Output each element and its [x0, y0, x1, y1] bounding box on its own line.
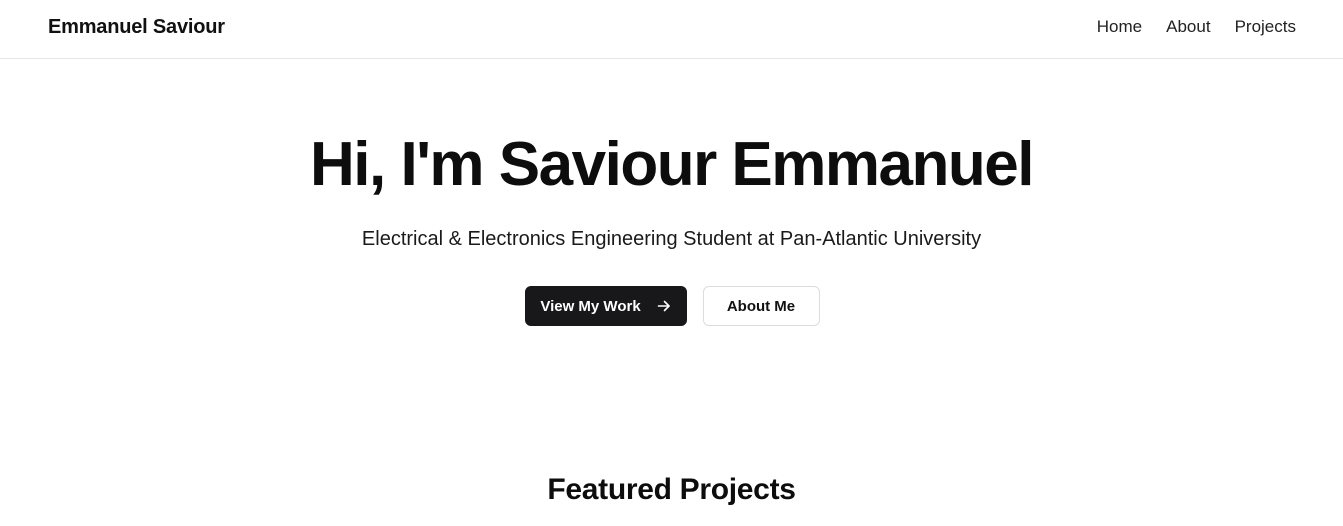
nav-link-about[interactable]: About	[1166, 17, 1210, 37]
arrow-right-icon	[657, 299, 671, 313]
hero-title: Hi, I'm Saviour Emmanuel	[310, 130, 1034, 199]
featured-projects-title: Featured Projects	[547, 473, 796, 506]
view-my-work-label: View My Work	[540, 297, 641, 315]
brand-logo-text[interactable]: Emmanuel Saviour	[48, 16, 225, 39]
nav-link-projects[interactable]: Projects	[1235, 17, 1296, 37]
hero-buttons: View My Work About Me	[0, 286, 1343, 326]
hero-subtitle: Electrical & Electronics Engineering Stu…	[361, 228, 982, 250]
navbar: Emmanuel Saviour Home About Projects	[0, 0, 1343, 59]
nav-link-home[interactable]: Home	[1097, 17, 1142, 37]
nav-links: Home About Projects	[1097, 17, 1296, 37]
view-my-work-button[interactable]: View My Work	[524, 286, 687, 326]
about-me-button[interactable]: About Me	[702, 286, 820, 326]
